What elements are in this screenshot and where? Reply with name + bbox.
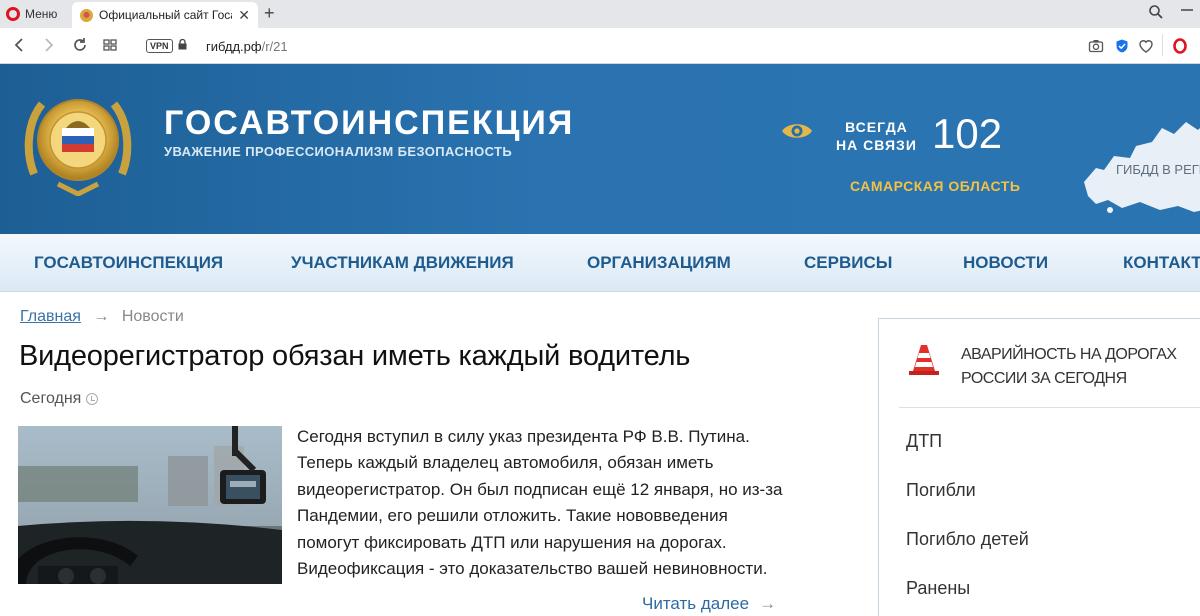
url-path: /r/21 bbox=[261, 39, 288, 54]
menu-label: Меню bbox=[25, 7, 58, 21]
breadcrumb: Главная → Новости bbox=[20, 308, 184, 326]
panel-divider bbox=[899, 407, 1200, 408]
address-bar: VPN гибдд.рф/r/21 bbox=[0, 28, 1200, 64]
article-line: Видеофиксация - это доказательство вашей… bbox=[297, 559, 768, 579]
article-body: Сегодня вступил в силу указ президента Р… bbox=[297, 424, 857, 582]
article-line: Теперь каждый владелец автомобиля, обяза… bbox=[297, 453, 714, 473]
back-icon[interactable] bbox=[12, 36, 26, 54]
read-more-link[interactable]: Читать далее → bbox=[642, 594, 776, 614]
clock-icon bbox=[86, 393, 99, 405]
gibdd-favicon-icon bbox=[80, 8, 93, 22]
nav-item-news[interactable]: НОВОСТИ bbox=[963, 253, 1048, 273]
article-line: Пандемии, его решили отложить. Такие нов… bbox=[297, 506, 728, 526]
breadcrumb-home-link[interactable]: Главная bbox=[20, 308, 81, 325]
nav-item-participants[interactable]: УЧАСТНИКАМ ДВИЖЕНИЯ bbox=[291, 253, 514, 273]
nav-item-services[interactable]: СЕРВИСЫ bbox=[804, 253, 892, 273]
article-date-text: Сегодня bbox=[20, 390, 82, 407]
reload-icon[interactable] bbox=[72, 36, 88, 54]
arrow-right-icon: → bbox=[759, 594, 777, 613]
always-connected-label: ВСЕГДА НА СВЯЗИ bbox=[836, 118, 917, 154]
stat-injured: Ранены bbox=[906, 578, 971, 598]
speed-dial-icon[interactable] bbox=[102, 36, 118, 54]
breadcrumb-current: Новости bbox=[121, 308, 184, 325]
minimize-icon[interactable] bbox=[1180, 0, 1194, 20]
browser-tab-active[interactable]: Официальный сайт Госав ✕ bbox=[72, 2, 258, 28]
url-domain: гибдд.рф bbox=[206, 39, 262, 54]
vpn-badge[interactable]: VPN bbox=[146, 39, 173, 53]
forward-icon[interactable] bbox=[42, 36, 56, 54]
tab-close-icon[interactable]: ✕ bbox=[238, 7, 250, 24]
tab-search-icon[interactable] bbox=[1148, 4, 1164, 20]
toolbar-divider bbox=[1162, 34, 1163, 56]
accident-stats-title: Аварийность на дорогах России за сегодня bbox=[961, 343, 1177, 391]
opera-menu-button[interactable]: Меню bbox=[6, 4, 57, 24]
stat-accidents: ДТП bbox=[906, 431, 943, 451]
always-line-2: НА СВЯЗИ bbox=[836, 137, 917, 153]
emergency-phone[interactable]: 102 bbox=[932, 110, 1002, 158]
article-line: Сегодня вступил в силу указ президента Р… bbox=[297, 427, 750, 446]
browser-tab-bar: Меню Официальный сайт Госав ✕ + bbox=[0, 0, 1200, 28]
shield-icon[interactable] bbox=[1114, 38, 1130, 54]
nav-item-contacts[interactable]: КОНТАКТ bbox=[1123, 253, 1200, 273]
eye-icon[interactable] bbox=[780, 120, 814, 142]
map-region-label[interactable]: ГИБДД В РЕГИ bbox=[1116, 162, 1200, 177]
url-field[interactable]: гибдд.рф/r/21 bbox=[206, 39, 288, 54]
article-image-dashcam[interactable] bbox=[18, 426, 282, 584]
article-date: Сегодня bbox=[20, 390, 99, 408]
article-title: Видеорегистратор обязан иметь каждый вод… bbox=[19, 340, 691, 372]
article-line: помогут фиксировать ДТП или нарушения на… bbox=[297, 532, 727, 552]
snapshot-icon[interactable] bbox=[1088, 38, 1104, 54]
brand-title[interactable]: ГОСАВТОИНСПЕКЦИЯ bbox=[164, 104, 574, 143]
accident-stats-panel: Аварийность на дорогах России за сегодня… bbox=[878, 318, 1200, 616]
lock-icon[interactable] bbox=[178, 39, 187, 50]
accident-stats-title-line-1: Аварийность на дорогах bbox=[961, 346, 1177, 363]
new-tab-button[interactable]: + bbox=[264, 3, 275, 24]
opera-account-icon[interactable] bbox=[1172, 38, 1188, 54]
stat-killed: Погибли bbox=[906, 480, 976, 500]
breadcrumb-separator: → bbox=[93, 308, 110, 325]
gibdd-emblem-logo[interactable] bbox=[20, 84, 136, 196]
article-line: видеорегистратор. Он был подписан ещё 12… bbox=[297, 479, 783, 499]
accident-stats-title-line-2: России за сегодня bbox=[961, 370, 1127, 387]
traffic-cone-icon bbox=[909, 345, 939, 375]
heart-icon[interactable] bbox=[1138, 38, 1154, 54]
main-navigation: ГОСАВТОИНСПЕКЦИЯ УЧАСТНИКАМ ДВИЖЕНИЯ ОРГ… bbox=[0, 234, 1200, 292]
brand-slogan: УВАЖЕНИЕ ПРОФЕССИОНАЛИЗМ БЕЗОПАСНОСТЬ bbox=[164, 144, 513, 159]
stat-children-killed: Погибло детей bbox=[906, 529, 1029, 549]
tab-title: Официальный сайт Госав bbox=[99, 8, 233, 22]
site-header: ГОСАВТОИНСПЕКЦИЯ УВАЖЕНИЕ ПРОФЕССИОНАЛИЗ… bbox=[0, 64, 1200, 234]
read-more-label: Читать далее bbox=[642, 594, 750, 613]
region-selector[interactable]: САМАРСКАЯ ОБЛАСТЬ bbox=[850, 178, 1020, 194]
nav-item-gosavtoinspekciya[interactable]: ГОСАВТОИНСПЕКЦИЯ bbox=[34, 253, 223, 273]
always-line-1: ВСЕГДА bbox=[845, 119, 908, 135]
opera-logo-icon bbox=[6, 7, 20, 21]
nav-item-organizations[interactable]: ОРГАНИЗАЦИЯМ bbox=[587, 253, 731, 273]
